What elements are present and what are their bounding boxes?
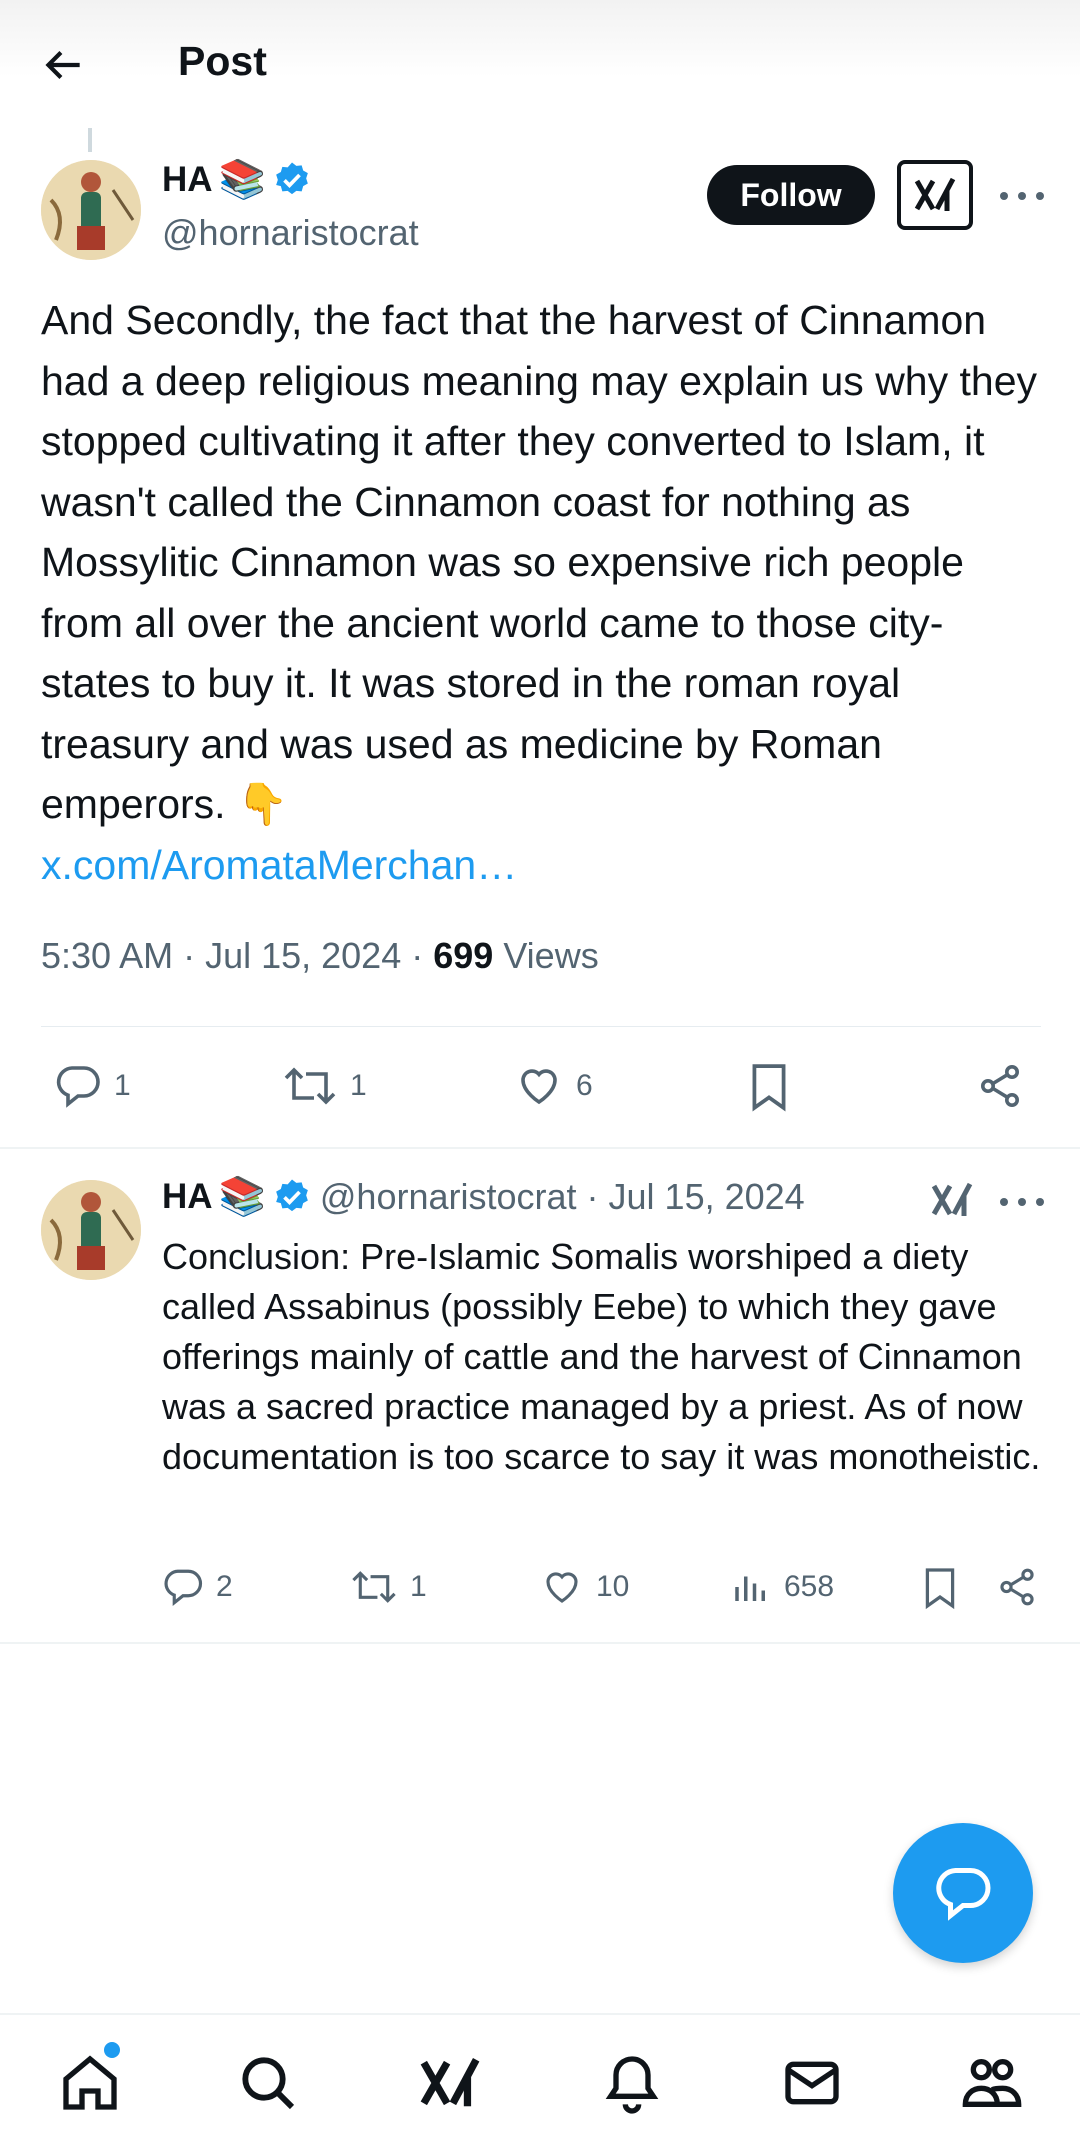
author-name[interactable]: HA 📚	[162, 160, 312, 200]
more-options-icon[interactable]	[1000, 186, 1044, 206]
share-icon	[981, 1065, 1019, 1107]
messages-icon[interactable]	[780, 2051, 844, 2115]
grok-icon[interactable]	[930, 1180, 974, 1225]
divider	[41, 1026, 1041, 1027]
communities-icon[interactable]	[960, 2051, 1024, 2115]
chat-bubble-icon	[936, 1868, 991, 1921]
post-timestamp[interactable]: 5:30 AM · Jul 15, 2024 ·	[41, 935, 433, 976]
thread-connector	[88, 128, 92, 152]
repost-button[interactable]: 1	[350, 1566, 427, 1608]
reply-author-name[interactable]: HA 📚	[162, 1177, 312, 1217]
divider	[0, 1147, 1080, 1149]
notification-dot	[104, 2042, 120, 2058]
like-button[interactable]: 6	[514, 1062, 593, 1110]
post-body: And Secondly, the fact that the harvest …	[41, 297, 1037, 827]
reply-button[interactable]: 2	[162, 1566, 233, 1608]
repost-icon	[352, 1571, 396, 1603]
reply-author-text: HA	[162, 1177, 213, 1216]
top-bar	[0, 0, 1080, 128]
views-count: 658	[784, 1570, 835, 1603]
like-count: 6	[576, 1069, 593, 1102]
reply-icon	[56, 1066, 100, 1108]
back-arrow-icon[interactable]	[38, 40, 88, 90]
repost-button[interactable]: 1	[282, 1062, 367, 1110]
reply-button[interactable]: 1	[54, 1062, 131, 1110]
grok-icon[interactable]	[418, 2051, 482, 2115]
reply-avatar[interactable]	[41, 1180, 141, 1280]
post-link[interactable]: x.com/AromataMerchan…	[41, 835, 1051, 896]
heart-icon	[546, 1572, 578, 1603]
repost-icon	[284, 1067, 336, 1105]
notifications-icon[interactable]	[600, 2051, 664, 2115]
divider	[0, 1642, 1080, 1644]
post-meta: 5:30 AM · Jul 15, 2024 · 699 Views	[41, 935, 599, 977]
verified-badge-icon	[272, 1177, 312, 1217]
like-button[interactable]: 10	[540, 1566, 629, 1608]
bookmark-button[interactable]	[922, 1566, 958, 1610]
analytics-icon	[735, 1576, 765, 1601]
verified-badge-icon	[272, 160, 312, 200]
author-name-text: HA	[162, 160, 213, 199]
reply-header: HA 📚 @hornaristocrat · Jul 15, 2024	[162, 1176, 805, 1218]
share-button[interactable]	[976, 1062, 1024, 1110]
author-handle[interactable]: @hornaristocrat	[162, 212, 419, 254]
like-count: 10	[596, 1570, 630, 1603]
views-label: Views	[493, 935, 599, 976]
reply-count: 2	[216, 1570, 233, 1603]
repost-count: 1	[410, 1570, 427, 1603]
grok-icon[interactable]	[897, 160, 973, 230]
reply-count: 1	[114, 1069, 131, 1102]
home-icon[interactable]	[58, 2051, 122, 2115]
books-emoji: 📚	[218, 159, 266, 201]
share-button[interactable]	[996, 1566, 1038, 1608]
repost-count: 1	[350, 1069, 367, 1102]
post-text: And Secondly, the fact that the harvest …	[41, 290, 1051, 895]
page-title: Post	[178, 38, 267, 84]
reply-text: Conclusion: Pre-Islamic Somalis worshipe…	[162, 1236, 1041, 1477]
more-options-icon[interactable]	[1000, 1192, 1044, 1212]
bookmark-button[interactable]	[748, 1062, 790, 1112]
views-button[interactable]: 658	[730, 1566, 834, 1608]
heart-icon	[521, 1069, 557, 1105]
follow-button[interactable]: Follow	[707, 165, 875, 225]
search-icon[interactable]	[236, 2051, 300, 2115]
avatar[interactable]	[41, 160, 141, 260]
views-count: 699	[433, 935, 494, 976]
compose-reply-button[interactable]	[893, 1823, 1033, 1963]
reply-handle-date[interactable]: @hornaristocrat · Jul 15, 2024	[320, 1176, 805, 1218]
bookmark-icon	[752, 1064, 786, 1112]
bookmark-icon	[925, 1568, 955, 1610]
bottom-nav	[0, 2013, 1080, 2142]
books-emoji: 📚	[218, 1176, 266, 1218]
reply-icon	[164, 1569, 203, 1607]
share-icon	[1000, 1568, 1034, 1606]
